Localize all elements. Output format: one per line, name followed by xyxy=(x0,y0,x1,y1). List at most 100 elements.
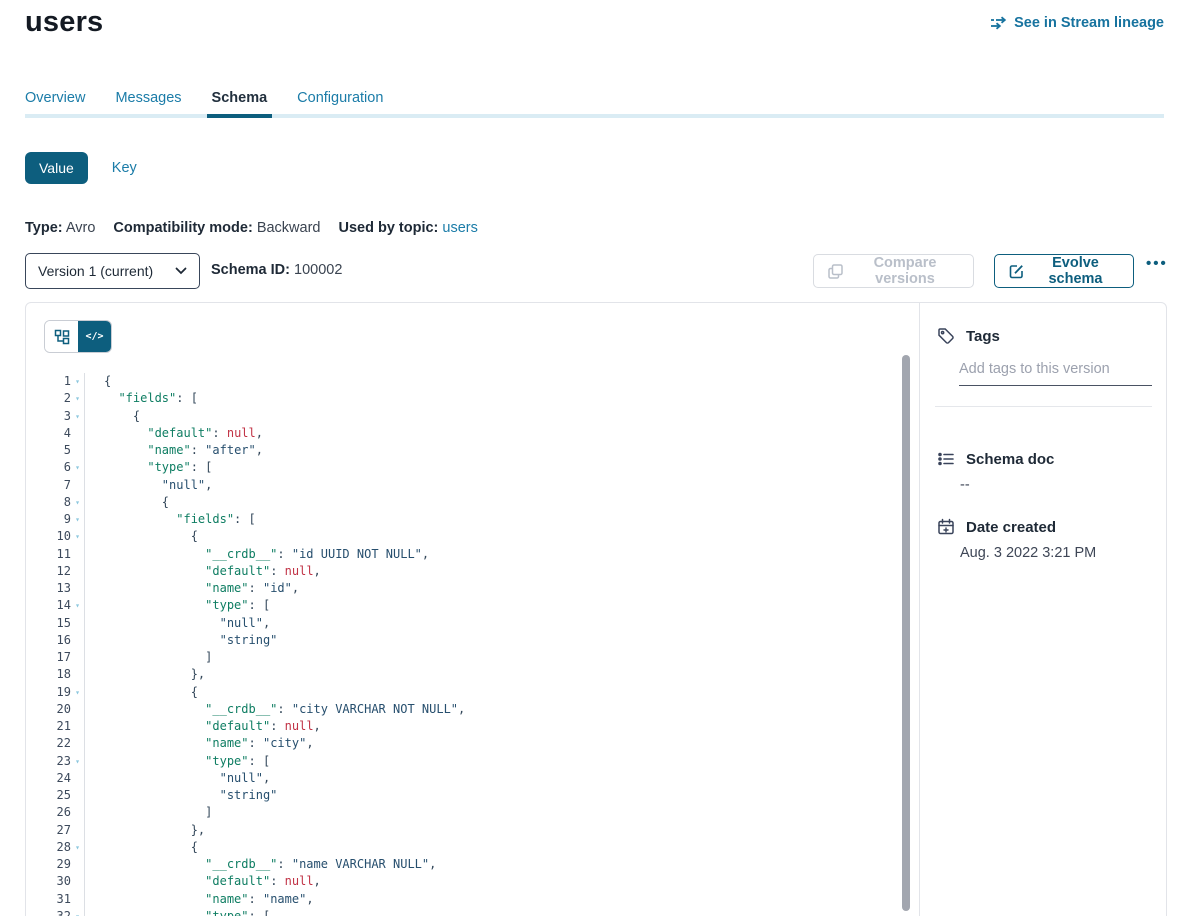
line-number: 3 xyxy=(26,408,71,425)
code-lines: 1▾{2▾ "fields": [3▾ {4 "default": null,5… xyxy=(26,373,919,916)
date-created-section-title: Date created xyxy=(937,518,1056,536)
code-text: "name": "city", xyxy=(85,735,314,752)
chevron-down-icon xyxy=(175,267,187,275)
fold-toggle-icon[interactable]: ▾ xyxy=(71,373,85,390)
fold-toggle-icon[interactable]: ▾ xyxy=(71,684,85,701)
page-title: users xyxy=(25,6,103,39)
fold-toggle-icon[interactable]: ▾ xyxy=(71,511,85,528)
fold-gutter xyxy=(71,873,85,890)
fold-toggle-icon[interactable]: ▾ xyxy=(71,908,85,916)
code-text: }, xyxy=(85,666,205,683)
fold-toggle-icon[interactable]: ▾ xyxy=(71,459,85,476)
more-actions-menu[interactable]: ••• xyxy=(1146,255,1168,272)
fold-toggle-icon[interactable]: ▾ xyxy=(71,753,85,770)
code-line: 2▾ "fields": [ xyxy=(26,390,919,407)
code-text: "__crdb__": "id UUID NOT NULL", xyxy=(85,546,429,563)
schema-id: Schema ID: 100002 xyxy=(211,262,342,278)
code-text: "name": "name", xyxy=(85,891,314,908)
date-created-title-label: Date created xyxy=(966,519,1056,536)
line-number: 6 xyxy=(26,459,71,476)
line-number: 16 xyxy=(26,632,71,649)
fold-toggle-icon[interactable]: ▾ xyxy=(71,839,85,856)
line-number: 28 xyxy=(26,839,71,856)
line-number: 25 xyxy=(26,787,71,804)
line-number: 18 xyxy=(26,666,71,683)
code-text: "fields": [ xyxy=(85,511,256,528)
line-number: 27 xyxy=(26,822,71,839)
fold-gutter xyxy=(71,822,85,839)
stream-lineage-link[interactable]: See in Stream lineage xyxy=(990,15,1164,31)
line-number: 32 xyxy=(26,908,71,916)
code-text: }, xyxy=(85,822,205,839)
code-text: "null", xyxy=(85,770,270,787)
code-line: 11 "__crdb__": "id UUID NOT NULL", xyxy=(26,546,919,563)
schema-detail-panel: </> 1▾{2▾ "fields": [3▾ {4 "default": nu… xyxy=(25,302,1167,916)
code-text: "type": [ xyxy=(85,908,270,916)
tags-title-label: Tags xyxy=(966,328,1000,345)
code-line: 31 "name": "name", xyxy=(26,891,919,908)
fold-gutter xyxy=(71,891,85,908)
line-number: 4 xyxy=(26,425,71,442)
line-number: 10 xyxy=(26,528,71,545)
code-text: { xyxy=(85,408,140,425)
compat-value: Backward xyxy=(257,220,321,236)
schema-view-toggle: </> xyxy=(44,320,112,353)
line-number: 20 xyxy=(26,701,71,718)
code-line: 12 "default": null, xyxy=(26,563,919,580)
compare-versions-label: Compare versions xyxy=(851,255,959,287)
fold-gutter xyxy=(71,856,85,873)
fold-toggle-icon[interactable]: ▾ xyxy=(71,597,85,614)
code-line: 23▾ "type": [ xyxy=(26,753,919,770)
code-text: "fields": [ xyxy=(85,390,198,407)
code-text: "string" xyxy=(85,787,277,804)
code-text: "null", xyxy=(85,615,270,632)
code-text: "default": null, xyxy=(85,873,321,890)
fold-toggle-icon[interactable]: ▾ xyxy=(71,528,85,545)
line-number: 8 xyxy=(26,494,71,511)
evolve-schema-button[interactable]: Evolve schema xyxy=(994,254,1134,288)
tree-view-button[interactable] xyxy=(45,321,78,352)
fold-toggle-icon[interactable]: ▾ xyxy=(71,494,85,511)
code-line: 15 "null", xyxy=(26,615,919,632)
code-line: 3▾ { xyxy=(26,408,919,425)
code-line: 29 "__crdb__": "name VARCHAR NULL", xyxy=(26,856,919,873)
sidebar-divider xyxy=(935,406,1152,407)
tab-schema[interactable]: Schema xyxy=(212,90,268,118)
code-line: 18 }, xyxy=(26,666,919,683)
key-toggle-button[interactable]: Key xyxy=(112,160,137,176)
line-number: 29 xyxy=(26,856,71,873)
fold-toggle-icon[interactable]: ▾ xyxy=(71,408,85,425)
code-text: ] xyxy=(85,649,212,666)
fold-toggle-icon[interactable]: ▾ xyxy=(71,390,85,407)
line-number: 11 xyxy=(26,546,71,563)
code-text: ] xyxy=(85,804,212,821)
topic-label: Used by topic: xyxy=(338,220,438,236)
code-text: "type": [ xyxy=(85,753,270,770)
fold-gutter xyxy=(71,615,85,632)
code-text: "default": null, xyxy=(85,425,263,442)
tab-underline-track xyxy=(25,114,1164,118)
code-text: { xyxy=(85,494,169,511)
compare-versions-button[interactable]: Compare versions xyxy=(813,254,974,288)
code-line: 21 "default": null, xyxy=(26,718,919,735)
code-line: 9▾ "fields": [ xyxy=(26,511,919,528)
vertical-scrollbar[interactable] xyxy=(902,355,910,911)
code-view-button[interactable]: </> xyxy=(78,321,111,352)
topic-link[interactable]: users xyxy=(442,220,477,236)
evolve-schema-label: Evolve schema xyxy=(1032,255,1119,287)
code-line: 25 "string" xyxy=(26,787,919,804)
code-text: { xyxy=(85,528,198,545)
add-tags-input[interactable] xyxy=(959,357,1152,386)
line-number: 19 xyxy=(26,684,71,701)
code-line: 20 "__crdb__": "city VARCHAR NOT NULL", xyxy=(26,701,919,718)
fold-gutter xyxy=(71,632,85,649)
line-number: 7 xyxy=(26,477,71,494)
code-line: 24 "null", xyxy=(26,770,919,787)
code-text: "type": [ xyxy=(85,597,270,614)
schema-id-value: 100002 xyxy=(294,262,342,278)
code-text: "string" xyxy=(85,632,277,649)
schema-doc-section-title: Schema doc xyxy=(937,450,1054,468)
version-select[interactable]: Version 1 (current) xyxy=(25,253,200,289)
stream-lineage-label: See in Stream lineage xyxy=(1014,15,1164,31)
value-toggle-button[interactable]: Value xyxy=(25,152,88,184)
